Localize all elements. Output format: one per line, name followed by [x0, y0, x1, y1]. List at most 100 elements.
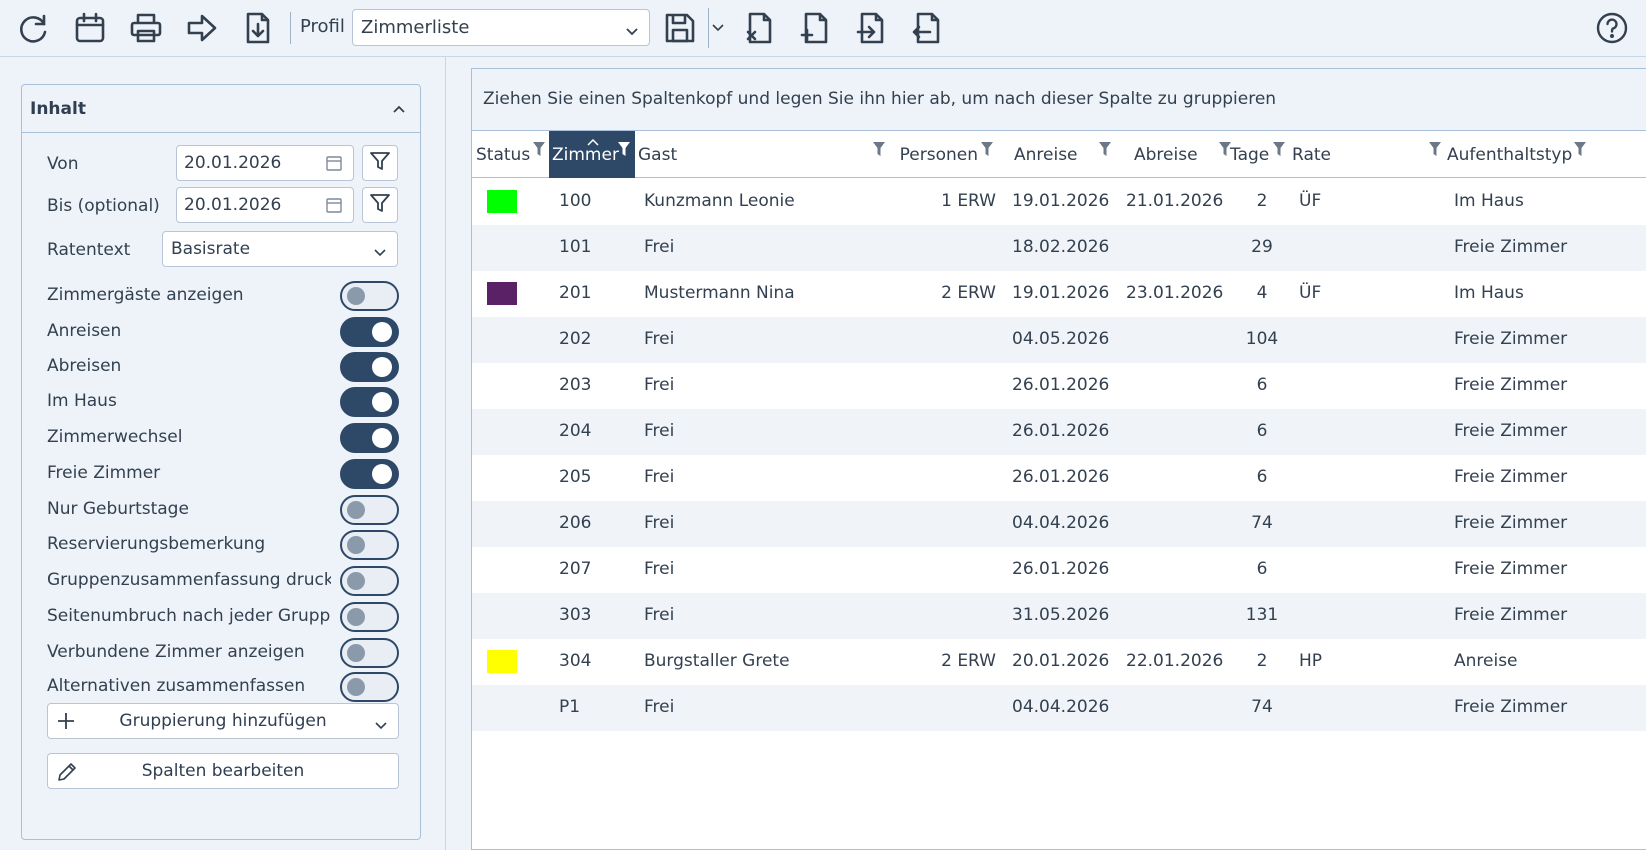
edit-columns-button[interactable]: Spalten bearbeiten — [47, 753, 399, 789]
toggle-row[interactable]: Gruppenzusammenfassung drucken — [47, 566, 399, 596]
calendar-icon[interactable] — [70, 8, 110, 48]
toggle-switch[interactable] — [340, 495, 399, 525]
cell-personen: 2 ERW — [941, 651, 996, 671]
forward-icon[interactable] — [182, 8, 222, 48]
column-header-status[interactable]: Status — [472, 131, 548, 178]
cell-anreise: 26.01.2026 — [1012, 375, 1110, 395]
toggle-switch[interactable] — [340, 423, 399, 453]
export-icon[interactable] — [908, 8, 948, 48]
toggle-row[interactable]: Zimmerwechsel — [47, 423, 399, 453]
calendar-icon[interactable] — [325, 196, 343, 219]
table-row[interactable]: 201 Mustermann Nina 2 ERW 19.01.2026 23.01.2… — [472, 271, 1646, 317]
column-header-rate[interactable]: Rate — [1292, 131, 1442, 178]
cell-gast: Frei — [644, 375, 675, 395]
print-icon[interactable] — [126, 8, 166, 48]
column-filter-icon[interactable] — [1573, 141, 1587, 162]
save-icon[interactable] — [660, 8, 700, 48]
cell-anreise: 20.01.2026 — [1012, 651, 1110, 671]
table-row[interactable]: 202 Frei 04.05.2026 104 Freie Zimmer — [472, 317, 1646, 363]
table-row[interactable]: 303 Frei 31.05.2026 131 Freie Zimmer — [472, 593, 1646, 639]
toggle-switch[interactable] — [340, 530, 399, 560]
content-section-header[interactable]: Inhalt — [22, 85, 420, 133]
cell-typ: Freie Zimmer — [1454, 237, 1568, 257]
toggle-switch[interactable] — [340, 281, 399, 311]
calendar-icon[interactable] — [325, 154, 343, 177]
table-row[interactable]: 204 Frei 26.01.2026 6 Freie Zimmer — [472, 409, 1646, 455]
toggle-label: Zimmergäste anzeigen — [47, 285, 244, 305]
bis-filter-button[interactable] — [362, 187, 398, 223]
help-icon[interactable] — [1592, 8, 1632, 48]
cell-tage: 6 — [1256, 421, 1268, 441]
sort-ascending-icon — [587, 131, 599, 151]
column-header-zimmer[interactable]: Zimmer — [549, 131, 635, 178]
ratentext-select[interactable]: Basisrate — [162, 231, 398, 267]
chevron-down-icon — [625, 21, 639, 42]
column-header-gast[interactable]: Gast — [636, 131, 896, 178]
von-date-input[interactable]: 20.01.2026 — [176, 145, 354, 181]
profil-select[interactable]: Zimmerliste — [352, 9, 650, 46]
bis-date-input[interactable]: 20.01.2026 — [176, 187, 354, 223]
column-header-tage[interactable]: Tage — [1230, 131, 1290, 178]
download-icon[interactable] — [238, 8, 278, 48]
room-list-grid: Ziehen Sie einen Spaltenkopf und legen S… — [471, 68, 1646, 850]
toggle-switch[interactable] — [340, 387, 399, 417]
table-row[interactable]: 203 Frei 26.01.2026 6 Freie Zimmer — [472, 363, 1646, 409]
toggle-switch[interactable] — [340, 566, 399, 596]
column-header-label: Status — [476, 145, 531, 165]
toggle-row[interactable]: Nur Geburtstage — [47, 495, 399, 525]
toggle-row[interactable]: Freie Zimmer — [47, 459, 399, 489]
cell-gast: Frei — [644, 513, 675, 533]
table-row[interactable]: 205 Frei 26.01.2026 6 Freie Zimmer — [472, 455, 1646, 501]
toggle-switch[interactable] — [340, 672, 399, 702]
import-icon[interactable] — [852, 8, 892, 48]
cell-gast: Frei — [644, 421, 675, 441]
cell-typ: Freie Zimmer — [1454, 513, 1568, 533]
toggle-row[interactable]: Seitenumbruch nach jeder Gruppe — [47, 602, 399, 632]
cell-typ: Freie Zimmer — [1454, 329, 1568, 349]
toggle-row[interactable]: Zimmergäste anzeigen — [47, 281, 399, 311]
toggle-switch[interactable] — [340, 459, 399, 489]
column-filter-icon[interactable] — [532, 141, 546, 162]
table-row[interactable]: 101 Frei 18.02.2026 29 Freie Zimmer — [472, 225, 1646, 271]
add-grouping-button[interactable]: Gruppierung hinzufügen — [47, 703, 399, 739]
column-filter-icon[interactable] — [617, 141, 631, 162]
column-header-personen[interactable]: Personen — [896, 131, 996, 178]
toggle-row[interactable]: Abreisen — [47, 352, 399, 382]
toggle-row[interactable]: Reservierungsbemerkung — [47, 530, 399, 560]
toggle-switch[interactable] — [340, 638, 399, 668]
table-row[interactable]: 206 Frei 04.04.2026 74 Freie Zimmer — [472, 501, 1646, 547]
column-filter-icon[interactable] — [1428, 141, 1442, 162]
column-header-label: Gast — [638, 145, 678, 165]
toggle-row[interactable]: Verbundene Zimmer anzeigen — [47, 638, 399, 668]
toggle-row[interactable]: Im Haus — [47, 387, 399, 417]
save-options-chevron-icon[interactable] — [708, 8, 726, 48]
cell-typ: Freie Zimmer — [1454, 697, 1568, 717]
table-row[interactable]: P1 Frei 04.04.2026 74 Freie Zimmer — [472, 685, 1646, 731]
refresh-icon[interactable] — [14, 8, 54, 48]
cell-gast: Frei — [644, 605, 675, 625]
column-filter-icon[interactable] — [1098, 141, 1112, 162]
column-filter-icon[interactable] — [1272, 141, 1286, 162]
remove-file-icon[interactable] — [740, 8, 780, 48]
table-row[interactable]: 100 Kunzmann Leonie 1 ERW 19.01.2026 21.01.2… — [472, 179, 1646, 225]
cell-tage: 74 — [1251, 697, 1273, 717]
cell-personen: 1 ERW — [941, 191, 996, 211]
group-drop-panel[interactable]: Ziehen Sie einen Spaltenkopf und legen S… — [472, 69, 1646, 131]
toggle-row[interactable]: Alternativen zusammenfassen — [47, 672, 399, 702]
column-header-anreise[interactable]: Anreise — [1002, 131, 1120, 178]
table-row[interactable]: 207 Frei 26.01.2026 6 Freie Zimmer — [472, 547, 1646, 593]
plus-icon — [56, 711, 76, 736]
column-filter-icon[interactable] — [872, 141, 886, 162]
cell-tage: 6 — [1256, 375, 1268, 395]
add-file-icon[interactable] — [796, 8, 836, 48]
column-filter-icon[interactable] — [980, 141, 994, 162]
toggle-switch[interactable] — [340, 352, 399, 382]
column-header-abreise[interactable]: Abreise — [1122, 131, 1240, 178]
toggle-switch[interactable] — [340, 317, 399, 347]
toggle-row[interactable]: Anreisen — [47, 317, 399, 347]
table-row[interactable]: 304 Burgstaller Grete 2 ERW 20.01.2026 22.01… — [472, 639, 1646, 685]
column-header-aufenthaltstyp[interactable]: Aufenthaltstyp — [1447, 131, 1646, 178]
toggle-switch[interactable] — [340, 602, 399, 632]
von-filter-button[interactable] — [362, 145, 398, 181]
chevron-up-icon[interactable] — [392, 99, 406, 119]
